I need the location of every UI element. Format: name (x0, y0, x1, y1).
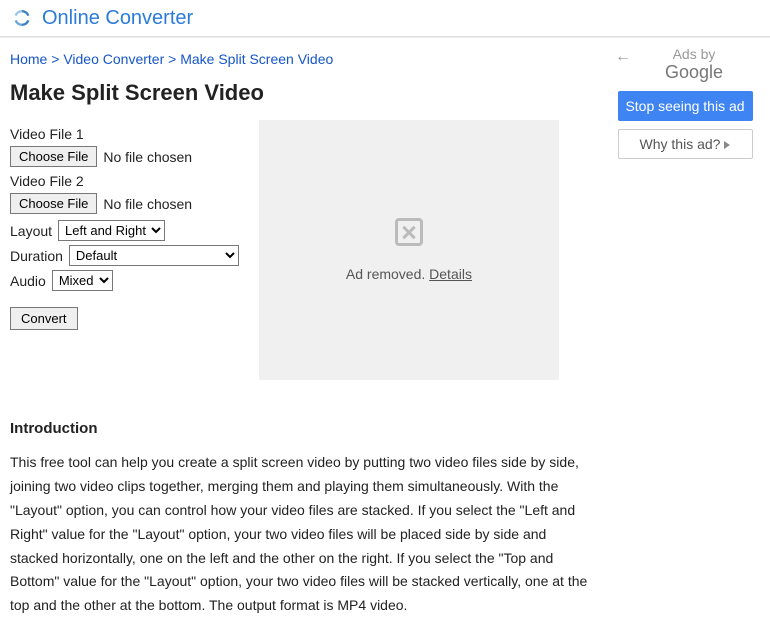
audio-label: Audio (10, 273, 46, 289)
file2-status: No file chosen (103, 196, 192, 212)
intro-paragraph: This free tool can help you create a spl… (10, 451, 595, 618)
logo-icon (10, 6, 34, 30)
file2-label: Video File 2 (10, 173, 239, 189)
brand-name[interactable]: Online Converter (42, 7, 193, 30)
back-arrow-icon[interactable]: ← (615, 48, 631, 66)
stop-seeing-ad-button[interactable]: Stop seeing this ad (618, 91, 753, 121)
ad-sidebar: ← Ads by Google Stop seeing this ad Why … (605, 38, 765, 628)
breadcrumb: Home > Video Converter > Make Split Scre… (10, 48, 595, 70)
duration-select[interactable]: Default (69, 245, 239, 266)
layout-select[interactable]: Left and Right (58, 220, 165, 241)
choose-file-1-button[interactable]: Choose File (10, 146, 97, 167)
chevron-right-icon (724, 141, 730, 149)
intro-heading: Introduction (10, 420, 595, 437)
breadcrumb-current[interactable]: Make Split Screen Video (180, 51, 333, 67)
ad-details-link[interactable]: Details (429, 266, 472, 282)
file1-label: Video File 1 (10, 126, 239, 142)
layout-label: Layout (10, 223, 52, 239)
ad-placeholder: Ad removed. Details (259, 120, 559, 380)
form-panel: Video File 1 Choose File No file chosen … (10, 120, 239, 380)
main-content: Home > Video Converter > Make Split Scre… (0, 38, 605, 628)
ad-removed-icon (395, 218, 423, 246)
google-logo-text: Google (633, 62, 755, 83)
breadcrumb-home[interactable]: Home (10, 51, 47, 67)
duration-label: Duration (10, 248, 63, 264)
site-header: Online Converter (0, 0, 770, 37)
page-title: Make Split Screen Video (10, 80, 595, 106)
breadcrumb-video-converter[interactable]: Video Converter (63, 51, 164, 67)
breadcrumb-sep: > (51, 51, 59, 67)
choose-file-2-button[interactable]: Choose File (10, 193, 97, 214)
why-this-ad-text: Why this ad? (640, 136, 721, 152)
ads-by-text: Ads by (673, 46, 716, 62)
breadcrumb-sep: > (168, 51, 176, 67)
ads-by-label: Ads by Google (633, 46, 755, 83)
why-this-ad-button[interactable]: Why this ad? (618, 129, 753, 159)
file1-status: No file chosen (103, 149, 192, 165)
convert-button[interactable]: Convert (10, 307, 78, 330)
audio-select[interactable]: Mixed (52, 270, 113, 291)
ad-removed-text: Ad removed. (346, 266, 425, 282)
